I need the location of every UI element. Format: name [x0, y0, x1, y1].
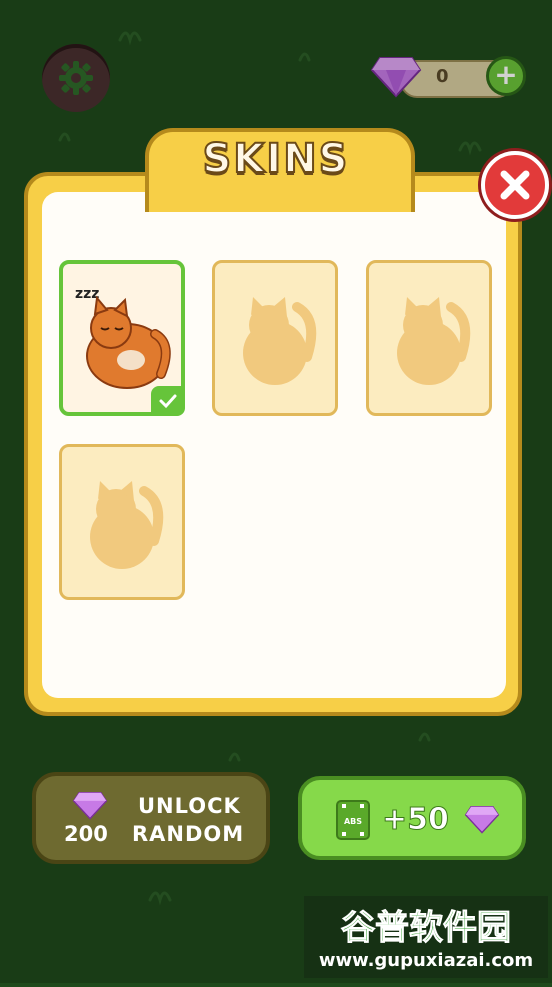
gem-icon — [464, 806, 500, 834]
watermark-url: www.gupuxiazai.com — [318, 950, 534, 971]
close-icon — [500, 170, 530, 200]
sleeping-cat-icon — [86, 295, 171, 389]
close-button[interactable] — [481, 151, 549, 219]
skin-card-locked[interactable] — [59, 444, 185, 600]
cat-silhouette-icon — [90, 481, 164, 569]
ads-icon-label: ABS — [344, 817, 362, 826]
cat-silhouette-icon — [397, 297, 471, 385]
skin-card-sleeping-cat[interactable]: zzz — [59, 260, 185, 416]
ad-reward-amount: +50 — [382, 802, 450, 838]
check-icon — [159, 394, 177, 409]
unlock-price: 200 — [64, 822, 108, 846]
video-ad-icon: ABS — [336, 800, 370, 840]
skin-card-locked[interactable] — [366, 260, 492, 416]
site-watermark: 谷普软件园 www.gupuxiazai.com — [304, 896, 548, 978]
skin-card-locked[interactable] — [212, 260, 338, 416]
panel-title: SKINS — [202, 135, 350, 183]
gem-icon — [72, 792, 108, 820]
unlock-random-button[interactable]: 200 UNLOCK RANDOM — [32, 772, 270, 864]
unlock-label: UNLOCK — [138, 794, 241, 818]
random-label: RANDOM — [132, 822, 245, 846]
watch-ad-button[interactable]: ABS +50 — [298, 776, 526, 860]
cat-silhouette-icon — [243, 297, 317, 385]
selected-checkmark — [151, 386, 185, 416]
watermark-title: 谷普软件园 — [341, 908, 512, 949]
